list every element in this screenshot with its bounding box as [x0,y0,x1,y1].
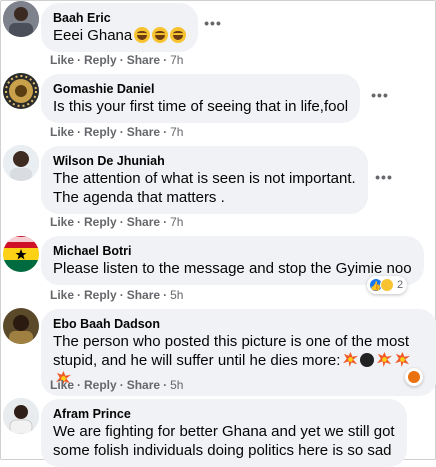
laughing-crying-emoji [152,27,169,43]
bomb-emoji [360,353,375,367]
comments-panel: Baah Eric Eeei Ghana ••• Like · Reply · Shar… [0,0,436,467]
comment-text: Please listen to the message and stop th… [53,260,412,277]
laughing-crying-emoji [134,27,151,43]
collision-emoji [343,352,359,367]
like-button[interactable]: Like [50,53,74,67]
share-button[interactable]: Share [127,125,160,139]
timestamp[interactable]: 7h [170,215,183,229]
share-button[interactable]: Share [127,215,160,229]
like-button[interactable]: Like [50,215,74,229]
like-button[interactable]: Like [50,378,74,392]
reactions-summary[interactable] [405,368,423,386]
comment-bubble: Gomashie Daniel Is this your first time … [41,74,361,123]
comment-author[interactable]: Afram Prince [53,406,395,422]
haha-icon [380,278,394,292]
reply-button[interactable]: Reply [84,288,117,302]
timestamp[interactable]: 5h [170,378,183,392]
avatar[interactable] [3,236,39,272]
comment-author[interactable]: Michael Botri [53,243,412,259]
like-button[interactable]: Like [50,288,74,302]
comment-text: We are fighting for better Ghana and yet… [53,423,395,459]
comment-author[interactable]: Gomashie Daniel [53,81,348,97]
laughing-crying-emoji [170,27,187,43]
reply-button[interactable]: Reply [84,378,117,392]
comment-bubble: Michael Botri Please listen to the messa… [41,236,424,285]
share-button[interactable]: Share [127,378,160,392]
reply-button[interactable]: Reply [84,215,117,229]
reply-button[interactable]: Reply [84,53,117,67]
comment-bubble: Baah Eric Eeei Ghana [41,3,199,52]
share-button[interactable]: Share [127,288,160,302]
share-button[interactable]: Share [127,53,160,67]
avatar[interactable] [3,398,39,434]
comment-text: Is this your first time of seeing that i… [53,98,349,115]
avatar[interactable] [3,73,39,109]
angry-icon [407,370,421,384]
comment-actions: Like · Reply · Share · 5h [50,288,184,302]
comment-actions: Like · Reply · Share · 7h [50,53,184,67]
comment-text: The attention of what is seen is not imp… [53,170,356,206]
more-options-icon[interactable]: ••• [202,15,224,37]
comment-actions: Like · Reply · Share · 5h [50,378,184,392]
more-options-icon[interactable]: ••• [369,87,391,109]
reaction-count: 2 [397,279,404,291]
comment-bubble: Afram Prince We are fighting for better … [41,399,407,467]
comment-bubble: Wilson De Jhuniah The attention of what … [41,146,368,214]
comment-author[interactable]: Ebo Baah Dadson [53,316,425,332]
like-button[interactable]: Like [50,125,74,139]
timestamp[interactable]: 7h [170,53,183,67]
collision-emoji [377,352,393,367]
comment-actions: Like · Reply · Share · 7h [50,125,184,139]
comment-actions: Like · Reply · Share · 7h [50,215,184,229]
comment-author[interactable]: Wilson De Jhuniah [53,153,356,169]
more-options-icon[interactable]: ••• [373,169,395,191]
avatar[interactable] [3,1,39,37]
reply-button[interactable]: Reply [84,125,117,139]
comment-text: Eeei Ghana [53,26,187,45]
avatar[interactable] [3,308,39,344]
reactions-summary[interactable]: 👍 2 [367,276,408,294]
timestamp[interactable]: 7h [170,125,183,139]
timestamp[interactable]: 5h [170,288,183,302]
avatar[interactable] [3,145,39,181]
comment-author[interactable]: Baah Eric [53,10,186,26]
collision-emoji [395,352,411,367]
